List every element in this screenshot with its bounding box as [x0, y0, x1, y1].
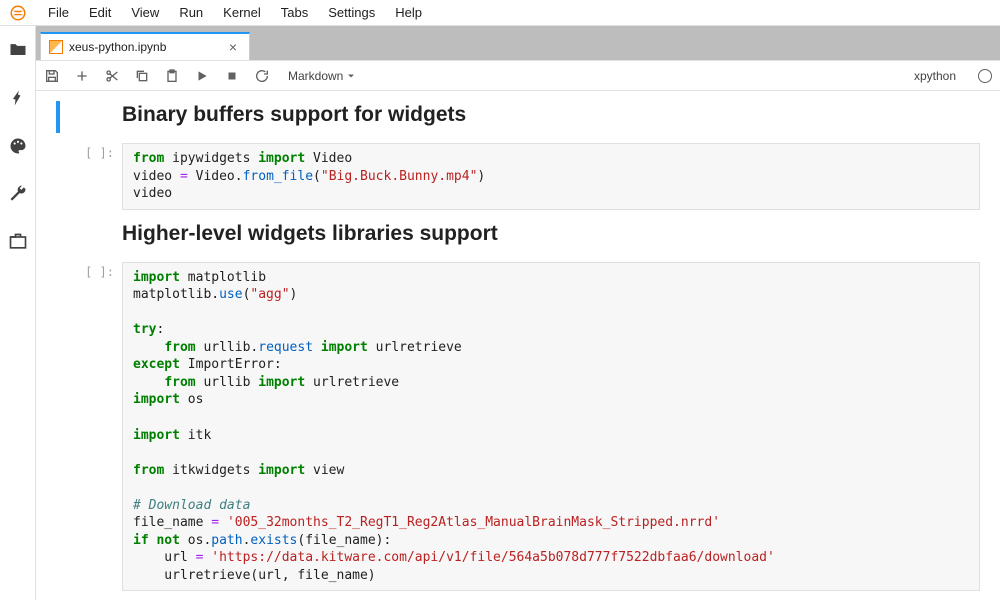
cell-prompt: [ ]:: [85, 143, 114, 210]
cell-type-label: Markdown: [288, 69, 343, 83]
menu-settings[interactable]: Settings: [318, 1, 385, 24]
wrench-icon[interactable]: [8, 184, 28, 204]
menu-kernel[interactable]: Kernel: [213, 1, 271, 24]
jupyter-logo: [8, 3, 28, 23]
menu-help[interactable]: Help: [385, 1, 432, 24]
markdown-cell[interactable]: Higher-level widgets libraries support: [56, 220, 980, 252]
run-icon[interactable]: [194, 68, 210, 84]
cell-selection-bar: [56, 101, 60, 133]
tab-notebook[interactable]: xeus-python.ipynb ×: [40, 32, 250, 60]
code-cell[interactable]: [ ]: from ipywidgets import Video video …: [56, 143, 980, 210]
add-icon[interactable]: [74, 68, 90, 84]
save-icon[interactable]: [44, 68, 60, 84]
tab-bar: xeus-python.ipynb ×: [36, 32, 1000, 60]
code-cell[interactable]: [ ]: import matplotlib matplotlib.use("a…: [56, 262, 980, 592]
notebook-icon: [49, 40, 63, 54]
code-input[interactable]: import matplotlib matplotlib.use("agg") …: [122, 262, 980, 592]
tab-title: xeus-python.ipynb: [69, 40, 166, 54]
kernel-status-icon[interactable]: [978, 69, 992, 83]
heading: Higher-level widgets libraries support: [122, 222, 498, 246]
notebook-toolbar: Markdown xpython: [36, 61, 1000, 91]
stop-icon[interactable]: [224, 68, 240, 84]
cut-icon[interactable]: [104, 68, 120, 84]
activity-bar: [0, 26, 36, 600]
close-icon[interactable]: ×: [225, 39, 241, 55]
code-input[interactable]: from ipywidgets import Video video = Vid…: [122, 143, 980, 210]
menubar: File Edit View Run Kernel Tabs Settings …: [0, 0, 1000, 26]
markdown-cell[interactable]: Binary buffers support for widgets: [56, 101, 980, 133]
menu-view[interactable]: View: [121, 1, 169, 24]
paste-icon[interactable]: [164, 68, 180, 84]
restart-icon[interactable]: [254, 68, 270, 84]
running-icon[interactable]: [8, 88, 28, 108]
chevron-down-icon: [345, 70, 357, 82]
kernel-name[interactable]: xpython: [914, 69, 956, 83]
copy-icon[interactable]: [134, 68, 150, 84]
notebook-area[interactable]: Binary buffers support for widgets [ ]: …: [36, 91, 1000, 600]
palette-icon[interactable]: [8, 136, 28, 156]
menu-edit[interactable]: Edit: [79, 1, 121, 24]
menu-run[interactable]: Run: [169, 1, 213, 24]
tabs-icon[interactable]: [8, 232, 28, 252]
menu-tabs[interactable]: Tabs: [271, 1, 318, 24]
folder-icon[interactable]: [8, 40, 28, 60]
cell-prompt: [ ]:: [85, 262, 114, 592]
menu-file[interactable]: File: [38, 1, 79, 24]
heading: Binary buffers support for widgets: [122, 103, 466, 127]
cell-type-select[interactable]: Markdown: [288, 69, 357, 83]
